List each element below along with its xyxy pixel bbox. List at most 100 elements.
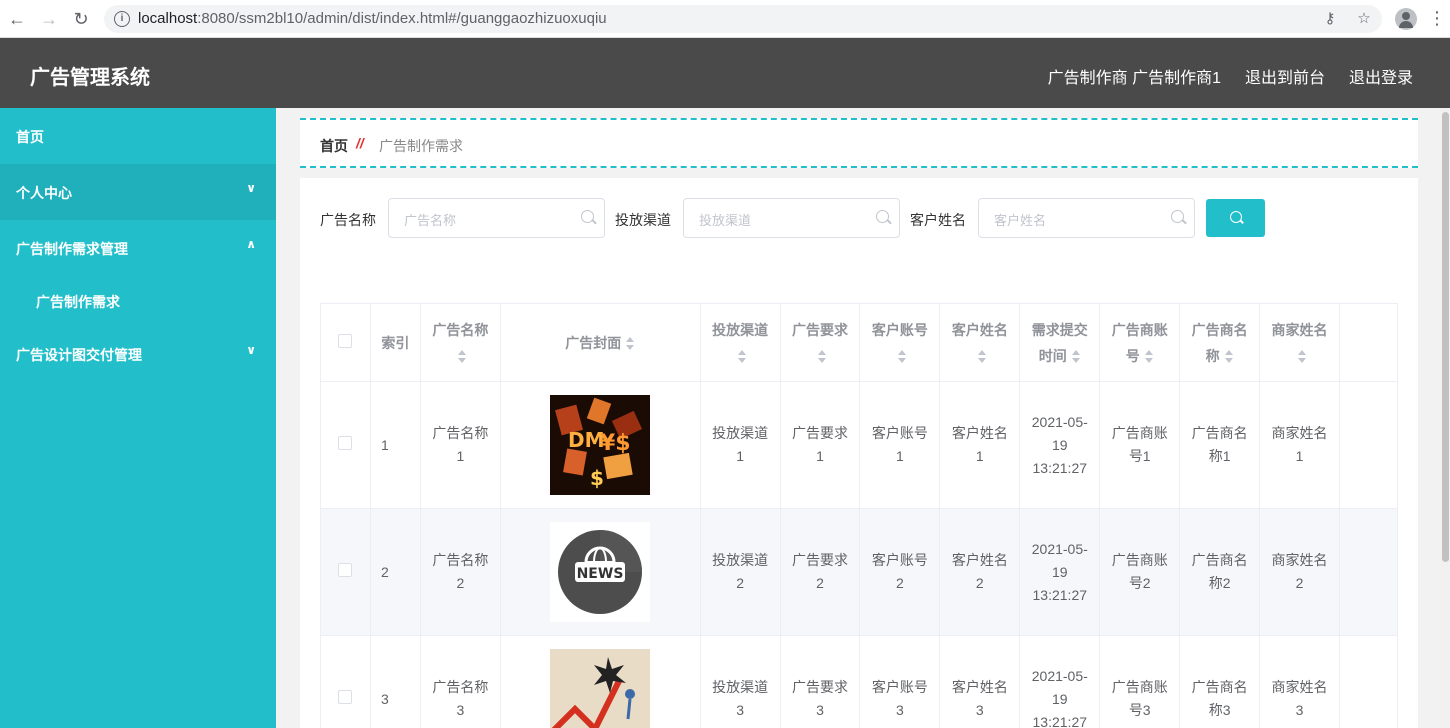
- cell-customer-account: 客户账号1: [859, 381, 941, 509]
- sidebar-item-label: 广告制作需求: [36, 294, 120, 310]
- select-all-checkbox[interactable]: [338, 333, 353, 348]
- select-all-cell: [320, 303, 371, 382]
- sidebar-item-label: 广告制作需求管理: [16, 241, 128, 257]
- cell-actions: [1339, 635, 1399, 728]
- cell-cover: DM ¥$ $: [500, 381, 701, 509]
- sort-icon[interactable]: [625, 336, 635, 351]
- row-checkbox[interactable]: [338, 689, 353, 704]
- cell-merchant-name: 商家姓名3: [1259, 635, 1340, 728]
- sort-icon[interactable]: [817, 349, 827, 364]
- sidebar-item-label: 广告设计图交付管理: [16, 347, 142, 363]
- cell-channel: 投放渠道2: [700, 508, 781, 636]
- sort-icon[interactable]: [737, 349, 747, 364]
- col-header-cover[interactable]: 广告封面: [500, 303, 701, 382]
- customer-label: 客户姓名: [910, 212, 966, 228]
- name-label: 广告名称: [320, 212, 376, 228]
- cell-index: 1: [370, 381, 421, 509]
- cell-requirement: 广告要求3: [780, 635, 861, 728]
- forward-icon[interactable]: →: [38, 8, 60, 30]
- ad-cover-image: [550, 649, 651, 728]
- user-info: 广告制作商 广告制作商1: [1048, 64, 1221, 88]
- col-header-customer-account[interactable]: 客户账号: [859, 303, 941, 382]
- reload-icon[interactable]: ↻: [70, 8, 92, 30]
- col-header-requirement[interactable]: 广告要求: [780, 303, 861, 382]
- profile-avatar-icon[interactable]: [1395, 8, 1417, 30]
- cell-merchant-name: 商家姓名1: [1259, 381, 1340, 509]
- main-content: 广告名称 广告名称 投放渠道 投放渠道 客户姓名 客户姓名 索引 广告名称 广告…: [300, 178, 1418, 728]
- cell-channel: 投放渠道1: [700, 381, 781, 509]
- sidebar-subitem-ad-request[interactable]: 广告制作需求: [0, 276, 276, 326]
- cell-name: 广告名称1: [420, 381, 501, 509]
- sidebar-item-personal-center[interactable]: 个人中心 ∨: [0, 164, 276, 220]
- sort-icon[interactable]: [1297, 349, 1307, 364]
- name-search-input[interactable]: 广告名称: [388, 198, 605, 238]
- breadcrumb: 首页 // 广告制作需求: [300, 118, 1418, 168]
- cell-name: 广告名称2: [420, 508, 501, 636]
- cell-cover: [500, 635, 701, 728]
- customer-search-input[interactable]: 客户姓名: [978, 198, 1195, 238]
- search-icon: [1230, 211, 1242, 223]
- app-header: 广告管理系统 广告制作商 广告制作商1 退出到前台 退出登录: [0, 38, 1450, 108]
- name-placeholder: 广告名称: [404, 213, 457, 228]
- ad-cover-image: NEWS: [550, 522, 651, 622]
- sidebar-item-home[interactable]: 首页: [0, 108, 276, 164]
- sidebar-item-label: 个人中心: [16, 185, 72, 201]
- cell-adv-account: 广告商账号1: [1099, 381, 1181, 509]
- url-path: :8080/ssm2bl10/admin/dist/index.html#/gu…: [197, 10, 607, 27]
- col-header-merchant-name[interactable]: 商家姓名: [1259, 303, 1340, 382]
- header-actions: 广告制作商 广告制作商1 退出到前台 退出登录: [1048, 64, 1413, 88]
- ad-request-table: 索引 广告名称 广告封面 投放渠道 广告要求 客户账号 客户姓名 需求提交时间 …: [320, 303, 1399, 728]
- cell-index: 2: [370, 508, 421, 636]
- url-host: localhost: [138, 10, 198, 27]
- back-icon[interactable]: ←: [6, 8, 28, 30]
- address-bar[interactable]: i localhost:8080/ssm2bl10/admin/dist/ind…: [104, 5, 1382, 33]
- sidebar-item-ad-design-delivery[interactable]: 广告设计图交付管理 ∨: [0, 326, 276, 382]
- row-select-cell: [320, 381, 371, 509]
- row-checkbox[interactable]: [338, 562, 353, 577]
- sort-icon[interactable]: [1144, 349, 1154, 364]
- more-menu-icon[interactable]: ⋮: [1428, 8, 1446, 30]
- col-header-channel[interactable]: 投放渠道: [700, 303, 781, 382]
- col-header-label: 广告要求: [792, 321, 849, 338]
- col-header-label: 商家姓名: [1271, 321, 1328, 338]
- col-header-adv-name[interactable]: 广告商名称: [1179, 303, 1261, 382]
- svg-text:¥$: ¥$: [600, 431, 631, 456]
- channel-search-input[interactable]: 投放渠道: [683, 198, 900, 238]
- news-label: NEWS: [577, 566, 624, 582]
- sort-icon[interactable]: [977, 349, 987, 364]
- row-select-cell: [320, 508, 371, 636]
- sort-icon[interactable]: [897, 349, 907, 364]
- col-header-label: 客户账号: [871, 321, 928, 338]
- col-header-submit-time[interactable]: 需求提交时间: [1019, 303, 1101, 382]
- breadcrumb-separator: //: [356, 135, 364, 151]
- cell-adv-name: 广告商名称3: [1179, 635, 1261, 728]
- col-header-name[interactable]: 广告名称: [420, 303, 501, 382]
- cell-submit-time: 2021-05-19 13:21:27: [1019, 381, 1101, 509]
- scrollbar-thumb[interactable]: [1442, 112, 1449, 562]
- breadcrumb-home[interactable]: 首页: [320, 136, 348, 156]
- user-name: 广告制作商1: [1132, 70, 1221, 87]
- col-header-adv-account[interactable]: 广告商账号: [1099, 303, 1181, 382]
- url-text[interactable]: localhost:8080/ssm2bl10/admin/dist/index…: [138, 10, 607, 27]
- sort-icon[interactable]: [1224, 349, 1234, 364]
- star-icon[interactable]: ☆: [1354, 9, 1374, 29]
- sidebar-item-ad-request-management[interactable]: 广告制作需求管理 ∧: [0, 220, 276, 276]
- to-front-link[interactable]: 退出到前台: [1245, 64, 1325, 88]
- page-scrollbar[interactable]: [1441, 108, 1450, 728]
- info-icon[interactable]: i: [114, 11, 130, 27]
- app-title: 广告管理系统: [30, 67, 150, 89]
- sort-icon[interactable]: [457, 349, 467, 364]
- logout-link[interactable]: 退出登录: [1349, 64, 1413, 88]
- sort-icon[interactable]: [1071, 349, 1081, 364]
- search-icon: [876, 210, 889, 223]
- row-checkbox[interactable]: [338, 435, 353, 450]
- search-button[interactable]: [1206, 199, 1265, 237]
- chevron-up-icon: ∧: [246, 237, 256, 251]
- cell-submit-time: 2021-05-19 13:21:27: [1019, 508, 1101, 636]
- col-header-customer-name[interactable]: 客户姓名: [939, 303, 1021, 382]
- chevron-down-icon: ∨: [246, 343, 256, 357]
- cell-customer-name: 客户姓名3: [939, 635, 1021, 728]
- row-select-cell: [320, 635, 371, 728]
- cell-customer-name: 客户姓名2: [939, 508, 1021, 636]
- key-icon[interactable]: ⚷: [1320, 9, 1340, 29]
